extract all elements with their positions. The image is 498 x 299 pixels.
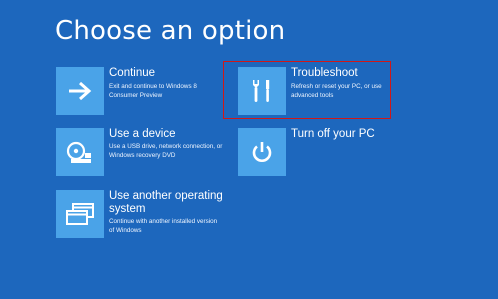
use-another-os-tile[interactable] xyxy=(56,190,104,238)
turn-off-option[interactable]: Turn off your PC xyxy=(238,128,408,180)
windows-stack-icon xyxy=(66,203,94,225)
use-device-option[interactable]: Use a device Use a USB drive, network co… xyxy=(56,128,226,180)
use-device-description: Use a USB drive, network connection, or … xyxy=(109,143,223,159)
arrow-right-icon xyxy=(69,81,92,101)
continue-tile[interactable] xyxy=(56,67,104,115)
power-icon xyxy=(252,142,272,162)
page-title: Choose an option xyxy=(55,16,286,46)
continue-title: Continue xyxy=(109,67,156,79)
use-device-tile[interactable] xyxy=(56,128,104,176)
troubleshoot-option[interactable]: Troubleshoot Refresh or reset your PC, o… xyxy=(238,67,408,119)
troubleshoot-tile[interactable] xyxy=(238,67,286,115)
tools-icon xyxy=(253,80,270,102)
turn-off-title: Turn off your PC xyxy=(291,128,375,140)
use-device-title: Use a device xyxy=(109,128,176,140)
disc-drive-icon xyxy=(66,141,91,163)
continue-description: Exit and continue to Windows 8 Consumer … xyxy=(109,83,197,99)
use-another-os-description: Continue with another installed version … xyxy=(109,218,218,234)
turn-off-tile[interactable] xyxy=(238,128,286,176)
troubleshoot-title: Troubleshoot xyxy=(291,67,358,79)
use-another-os-option[interactable]: Use another operating system Continue wi… xyxy=(56,190,226,242)
continue-option[interactable]: Continue Exit and continue to Windows 8 … xyxy=(56,67,226,119)
use-another-os-title: Use another operating system xyxy=(109,190,223,215)
troubleshoot-description: Refresh or reset your PC, or use advance… xyxy=(291,83,382,99)
